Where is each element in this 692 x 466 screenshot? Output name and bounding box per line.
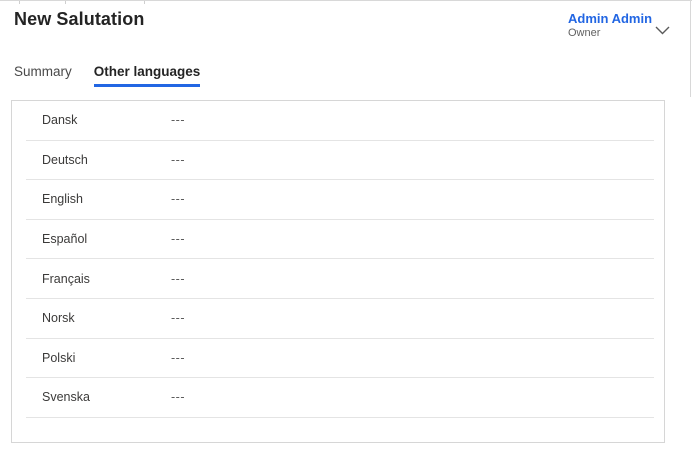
- field-label: Norsk: [42, 311, 171, 325]
- tab-other-languages[interactable]: Other languages: [94, 62, 201, 87]
- field-row-polski: Polski ---: [26, 339, 654, 379]
- field-row-espanol: Español ---: [26, 220, 654, 260]
- field-label: Polski: [42, 351, 171, 365]
- right-edge-divider: [690, 0, 691, 97]
- field-value[interactable]: ---: [171, 153, 185, 167]
- field-label: Deutsch: [42, 153, 171, 167]
- field-row-norsk: Norsk ---: [26, 299, 654, 339]
- field-label: Español: [42, 232, 171, 246]
- field-row-deutsch: Deutsch ---: [26, 141, 654, 181]
- field-value[interactable]: ---: [171, 390, 185, 404]
- owner-role-label: Owner: [568, 27, 652, 40]
- field-value[interactable]: ---: [171, 351, 185, 365]
- tab-summary[interactable]: Summary: [14, 62, 72, 87]
- field-label: Dansk: [42, 113, 171, 127]
- field-row-dansk: Dansk ---: [26, 101, 654, 141]
- field-label: Svenska: [42, 390, 171, 404]
- top-divider-tick: [65, 1, 66, 4]
- tab-bar: Summary Other languages: [14, 62, 200, 87]
- field-row-english: English ---: [26, 180, 654, 220]
- chevron-down-icon[interactable]: [653, 24, 671, 36]
- field-label: Français: [42, 272, 171, 286]
- field-row-svenska: Svenska ---: [26, 378, 654, 418]
- field-value[interactable]: ---: [171, 113, 185, 127]
- field-row-francais: Français ---: [26, 259, 654, 299]
- field-label: English: [42, 192, 171, 206]
- owner-name-link[interactable]: Admin Admin: [568, 11, 652, 26]
- field-value[interactable]: ---: [171, 311, 185, 325]
- other-languages-panel: Dansk --- Deutsch --- English --- Españo…: [11, 100, 665, 443]
- field-value[interactable]: ---: [171, 272, 185, 286]
- top-divider-tick: [144, 1, 145, 4]
- field-value[interactable]: ---: [171, 192, 185, 206]
- field-value[interactable]: ---: [171, 232, 185, 246]
- top-divider-tick: [19, 1, 20, 4]
- owner-widget: Admin Admin Owner: [568, 11, 652, 40]
- page-title: New Salutation: [14, 9, 144, 30]
- top-divider: [0, 0, 692, 1]
- form-screen: New Salutation Admin Admin Owner Summary…: [0, 0, 692, 466]
